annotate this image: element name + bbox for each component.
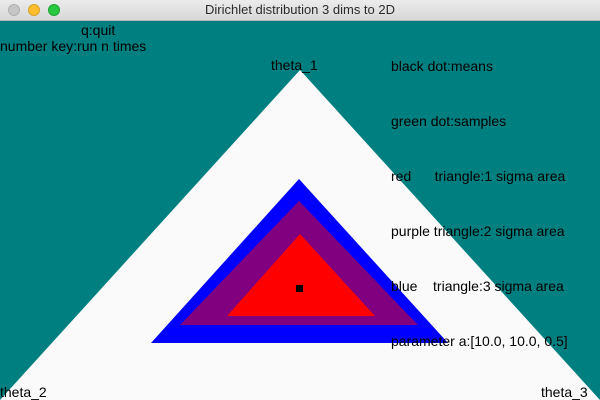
legend: black dot:means green dot:samples red tr… xyxy=(391,21,600,387)
vertex-label-theta-2: theta_2 xyxy=(0,384,47,400)
legend-item-sigma1: red triangle:1 sigma area xyxy=(391,168,566,184)
legend-item-sigma3: blue triangle:3 sigma area xyxy=(391,278,564,294)
legend-item-parameter: parameter a:[10.0, 10.0, 0.5] xyxy=(391,333,568,349)
legend-item-sigma2: purple triangle:2 sigma area xyxy=(391,223,565,239)
window-title: Dirichlet distribution 3 dims to 2D xyxy=(204,2,396,17)
vertex-label-theta-3: theta_3 xyxy=(541,384,588,400)
mean-dot xyxy=(296,285,303,292)
legend-item-means: black dot:means xyxy=(391,58,493,74)
plot-canvas: q:quit number key:run n times black dot:… xyxy=(0,21,600,400)
vertex-label-theta-1: theta_1 xyxy=(271,57,318,73)
app-window: Dirichlet distribution 3 dims to 2D q:qu… xyxy=(0,0,600,400)
run-hint: number key:run n times xyxy=(0,38,147,54)
title-bar: Dirichlet distribution 3 dims to 2D xyxy=(0,0,600,21)
legend-item-samples: green dot:samples xyxy=(391,113,507,129)
